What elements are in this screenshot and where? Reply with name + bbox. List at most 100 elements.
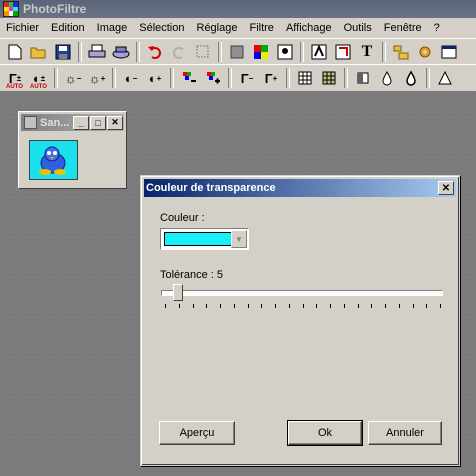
slider-tick <box>178 304 180 308</box>
gamma-auto-icon[interactable]: Γ ± AUTO <box>4 67 26 91</box>
contrast-auto-icon[interactable]: ◐ ± AUTO <box>28 67 50 91</box>
slider-tick <box>385 304 386 308</box>
slider-tick <box>426 304 428 308</box>
slider-tick <box>206 304 208 308</box>
redo-icon[interactable] <box>168 41 190 63</box>
colors-icon[interactable] <box>250 41 272 63</box>
ok-button[interactable]: Ok <box>287 420 363 446</box>
toolbar-separator <box>54 68 58 88</box>
menu-reglage[interactable]: Réglage <box>191 22 244 34</box>
preview-button[interactable]: Aperçu <box>159 421 235 445</box>
selection-icon[interactable] <box>192 41 214 63</box>
menu-edition[interactable]: Edition <box>45 22 91 34</box>
slider-tick <box>357 304 359 308</box>
drop-icon[interactable] <box>376 67 398 89</box>
menu-fenetre[interactable]: Fenêtre <box>378 22 428 34</box>
slider-tick <box>302 304 304 308</box>
toolbar-separator <box>344 68 348 88</box>
menu-image[interactable]: Image <box>91 22 134 34</box>
toolbar-separator <box>426 68 430 88</box>
toolbar-separator <box>382 42 386 62</box>
close-icon[interactable]: ✕ <box>107 115 123 130</box>
contrast-minus-icon[interactable]: ◐ − <box>120 67 142 89</box>
main-toolbar: T <box>0 38 476 65</box>
tolerance-slider-track[interactable] <box>161 290 443 296</box>
open-icon[interactable] <box>28 41 50 63</box>
brightness-plus-icon[interactable]: ☼ + <box>86 67 108 89</box>
filter-a-icon[interactable] <box>274 41 296 63</box>
title-bar: PhotoFiltre <box>0 0 476 18</box>
toolbar-separator <box>170 68 174 88</box>
menu-affichage[interactable]: Affichage <box>280 22 338 34</box>
slider-tick <box>412 304 414 308</box>
menu-fichier[interactable]: Fichier <box>0 22 45 34</box>
close-icon[interactable]: ✕ <box>438 181 454 195</box>
menu-filtre[interactable]: Filtre <box>243 22 279 34</box>
slider-tick <box>261 304 263 308</box>
menu-bar: Fichier Edition Image Sélection Réglage … <box>0 18 476 38</box>
image-thumbnail <box>29 140 78 180</box>
window-icon[interactable] <box>438 41 460 63</box>
color-select[interactable]: ▼ <box>160 228 249 250</box>
grid2-icon[interactable] <box>318 67 340 89</box>
print-icon[interactable] <box>86 41 108 63</box>
menu-help[interactable]: ? <box>428 22 446 34</box>
gear-icon[interactable] <box>414 41 436 63</box>
toolbar-separator <box>286 68 290 88</box>
menu-selection[interactable]: Sélection <box>133 22 190 34</box>
filter-c-icon[interactable] <box>332 41 354 63</box>
new-icon[interactable] <box>4 41 26 63</box>
filter-b-icon[interactable] <box>308 41 330 63</box>
slider-tick <box>440 304 441 308</box>
auto-label: AUTO <box>6 84 23 90</box>
undo-icon[interactable] <box>144 41 166 63</box>
saturation-plus-icon[interactable] <box>202 67 224 89</box>
color-swatch <box>164 232 232 246</box>
grid-icon[interactable] <box>294 67 316 89</box>
image-window-titlebar[interactable]: San... _ □ ✕ <box>21 114 124 131</box>
slider-tick <box>398 304 400 308</box>
saturation-minus-icon[interactable] <box>178 67 200 89</box>
slider-tick <box>192 304 194 308</box>
gray-icon[interactable] <box>226 41 248 63</box>
scan-icon[interactable] <box>110 41 132 63</box>
explorer-icon[interactable] <box>390 41 412 63</box>
app-title: PhotoFiltre <box>23 2 87 16</box>
minimize-icon[interactable]: _ <box>73 115 89 130</box>
tolerance-slider-thumb[interactable] <box>173 284 183 301</box>
slider-tick <box>330 304 331 308</box>
toolbar-separator <box>218 42 222 62</box>
dialog-title: Couleur de transparence <box>146 182 276 194</box>
slider-tick <box>288 304 290 308</box>
gamma-plus-icon[interactable]: Γ + <box>260 67 282 89</box>
contrast-plus-icon[interactable]: ◐ + <box>144 67 166 89</box>
maximize-icon[interactable]: □ <box>90 115 106 130</box>
drops-icon[interactable] <box>400 67 422 89</box>
image-window-title: San... <box>40 116 70 129</box>
slider-tick <box>371 304 373 308</box>
slider-tick <box>233 304 235 308</box>
chevron-down-icon[interactable]: ▼ <box>231 230 247 248</box>
auto-label: AUTO <box>30 84 47 90</box>
toolbar-separator <box>112 68 116 88</box>
slider-tick <box>165 304 166 308</box>
transparency-dialog: Couleur de transparence ✕ Couleur : ▼ To… <box>140 175 460 466</box>
sharpen-icon[interactable] <box>434 67 456 89</box>
cancel-button[interactable]: Annuler <box>368 421 442 445</box>
save-icon[interactable] <box>52 41 74 63</box>
tolerance-label: Tolérance : 5 <box>160 269 223 281</box>
slider-ticks <box>165 304 441 309</box>
gamma-minus-icon[interactable]: Γ − <box>236 67 258 89</box>
fill-icon[interactable] <box>352 67 374 89</box>
image-window-icon <box>24 116 37 129</box>
adjust-toolbar: Γ ± AUTO ◐ ± AUTO ☼ − ☼ + ◐ − ◐ + Γ − Γ + <box>0 64 476 92</box>
brightness-minus-icon[interactable]: ☼ − <box>62 67 84 89</box>
toolbar-separator <box>78 42 82 62</box>
dialog-titlebar[interactable]: Couleur de transparence ✕ <box>144 179 456 197</box>
image-window[interactable]: San... _ □ ✕ <box>18 111 127 189</box>
text-icon[interactable]: T <box>356 41 378 63</box>
photofiltre-logo-icon <box>3 1 19 17</box>
color-label: Couleur : <box>160 212 205 224</box>
toolbar-separator <box>136 42 140 62</box>
menu-outils[interactable]: Outils <box>338 22 378 34</box>
